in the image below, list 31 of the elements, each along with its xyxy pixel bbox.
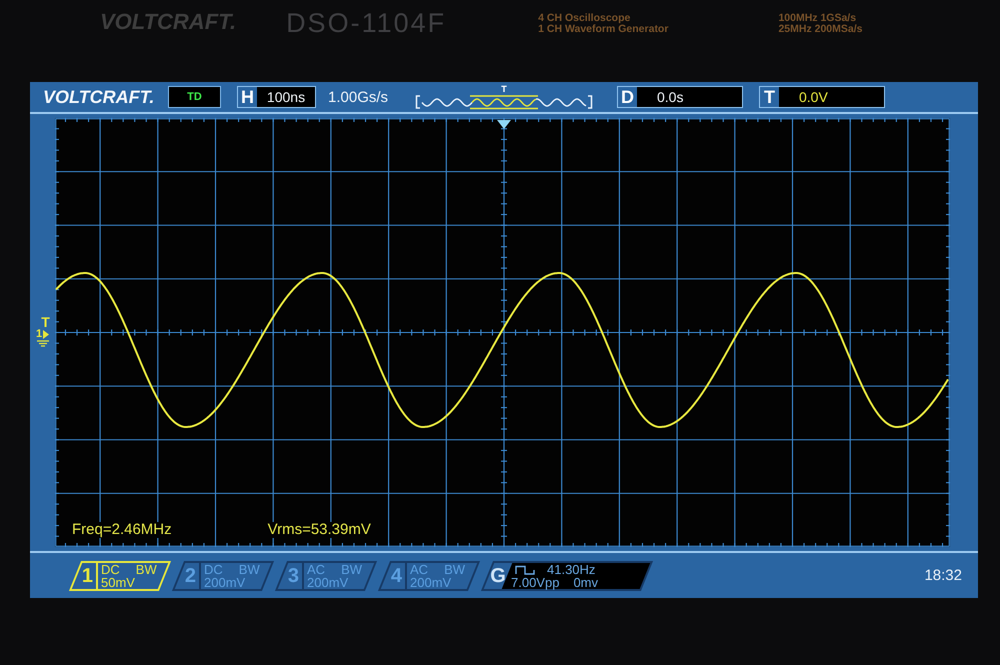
timebase-label: H — [240, 87, 255, 107]
channel-tab[interactable]: 2 DC BW 200mV — [172, 560, 274, 590]
measurement-readout: Freq=2.46MHz — [72, 522, 172, 538]
channel-tab[interactable]: 3 AC BW 200mV — [274, 560, 378, 590]
generator-label: G — [489, 563, 507, 588]
sample-rate: 1.00Gs/s — [328, 88, 390, 106]
spec-line: 100MHz 1GSa/s — [778, 13, 858, 24]
spec-line: 25MHz 200MSa/s — [778, 24, 862, 35]
triangle-marker-icon — [497, 120, 511, 129]
measurement-readout: Vrms=53.39mV — [268, 522, 371, 538]
channel-marker: 1 — [36, 328, 42, 340]
ground-icon — [36, 340, 48, 346]
generator-frequency: 41.30Hz — [547, 562, 596, 576]
description-line: 1 CH Waveform Generator — [538, 24, 668, 35]
generator-amplitude: 7.00Vpp — [511, 576, 560, 588]
screen-logo: VOLTCRAFT. — [43, 86, 155, 108]
timebase-value: 100ns — [257, 87, 315, 107]
delay-label: D — [620, 87, 635, 107]
mode-indicator: TD — [168, 86, 221, 108]
description-line: 4 CH Oscilloscope — [538, 13, 632, 24]
delay-value: 0.0s — [637, 87, 742, 107]
trigger-level-marker: T — [41, 314, 50, 328]
trigger-point-label: T — [501, 84, 507, 94]
trigger-value: 0.0V — [779, 87, 884, 107]
channel-tab[interactable]: 4 AC BW 200mV — [378, 560, 480, 590]
arrow-icon — [43, 330, 50, 338]
clock-time: 18:32 — [924, 567, 962, 584]
generator-offset: 0mv — [573, 576, 598, 588]
square-wave-icon — [515, 564, 535, 574]
trigger-label: T — [763, 87, 776, 107]
channel-tab[interactable]: 1 DC BW 50mV — [68, 560, 172, 590]
